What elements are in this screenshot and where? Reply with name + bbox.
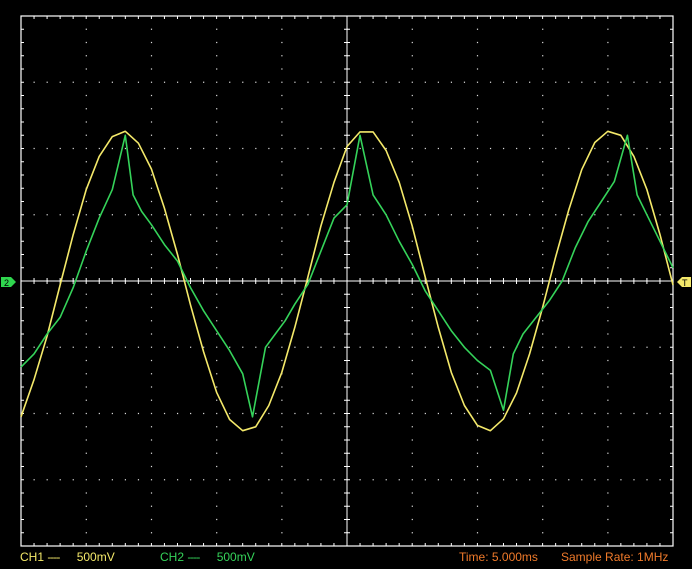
left-marker-label: 2 [4, 278, 9, 288]
sample-rate-readout[interactable]: Sample Rate: 1MHz [561, 548, 668, 567]
ch2-coupling-icon: ---- [187, 550, 200, 564]
ch1-label: CH1 [20, 550, 45, 564]
oscilloscope-display: 2 T [0, 0, 692, 569]
ch2-label: CH2 [160, 550, 185, 564]
ch1-coupling-icon: ---- [47, 550, 60, 564]
trigger-marker-label: T [682, 278, 688, 288]
ch2-scale: 500mV [216, 550, 255, 564]
timebase-readout[interactable]: Time: 5.000ms [459, 548, 538, 567]
ch1-scale: 500mV [76, 550, 115, 564]
display-background [0, 0, 692, 569]
ch1-status[interactable]: CH1 ---- 500mV [20, 548, 115, 567]
ch2-status[interactable]: CH2 ---- 500mV [160, 548, 255, 567]
